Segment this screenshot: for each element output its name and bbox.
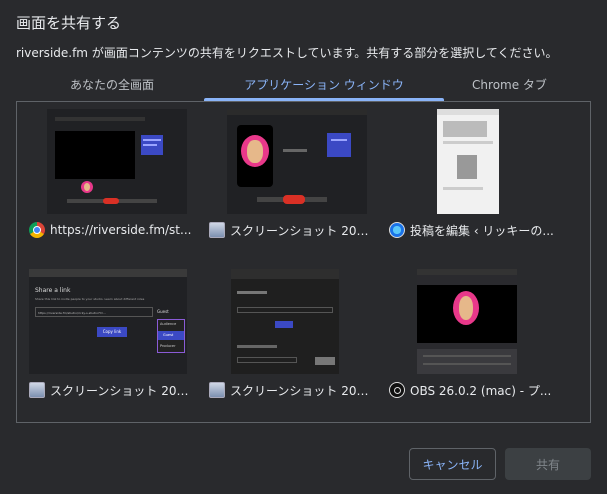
source-tabs: あなたの全画面 アプリケーション ウィンドウ Chrome タブ <box>16 70 591 102</box>
preview-icon <box>29 382 45 398</box>
cancel-button[interactable]: キャンセル <box>409 448 496 480</box>
role-guest: Guest <box>163 333 174 337</box>
copy-link-btn: Copy link <box>97 327 127 337</box>
role-producer: Producer <box>160 344 176 348</box>
window-thumbnail <box>437 109 499 214</box>
window-thumbnail: Share a link Share this link to invite p… <box>29 269 187 374</box>
window-item-riverside[interactable]: https://riverside.fm/st... <box>17 101 192 238</box>
dialog-title: 画面を共有する <box>16 14 122 32</box>
window-title: 投稿を編集 ‹ リッキーの... <box>410 223 554 238</box>
window-item-screenshot-2[interactable]: Share a link Share this link to invite p… <box>17 261 194 398</box>
window-thumbnail <box>227 109 367 214</box>
role-select: Guest <box>157 309 169 314</box>
window-item-obs[interactable]: OBS 26.0.2 (mac) - プ... <box>377 261 552 398</box>
window-thumbnail <box>47 109 187 214</box>
tab-entire-screen[interactable]: あなたの全画面 <box>16 70 208 102</box>
chrome-icon <box>29 222 45 238</box>
tab-chrome-tab[interactable]: Chrome タブ <box>428 70 591 102</box>
window-item-screenshot-1[interactable]: スクリーンショット 202... <box>197 101 374 238</box>
window-item-safari[interactable]: 投稿を編集 ‹ リッキーの... <box>377 101 554 238</box>
window-title: スクリーンショット 202... <box>50 383 194 398</box>
share-desc: Share this link to invite people to your… <box>35 297 145 301</box>
window-item-screenshot-3[interactable]: スクリーンショット 202... <box>197 261 374 398</box>
window-thumbnail <box>417 269 517 374</box>
preview-icon <box>209 222 225 238</box>
window-thumbnail <box>231 269 339 374</box>
role-audience: Audience <box>160 322 177 326</box>
preview-icon <box>209 382 225 398</box>
share-url: https://riverside.fm/studio/ricky-s-stud… <box>35 307 153 317</box>
window-title: スクリーンショット 202... <box>230 223 374 238</box>
dialog-subtitle: riverside.fm が画面コンテンツの共有をリクエストしています。共有する… <box>16 46 558 60</box>
window-title: https://riverside.fm/st... <box>50 223 192 237</box>
window-title: OBS 26.0.2 (mac) - プ... <box>410 383 552 398</box>
share-title: Share a link <box>35 287 71 294</box>
share-button[interactable]: 共有 <box>505 448 591 480</box>
window-list-panel: https://riverside.fm/st... スクリーンショット 202… <box>16 101 591 423</box>
window-title: スクリーンショット 202... <box>230 383 374 398</box>
safari-icon <box>389 222 405 238</box>
obs-icon <box>389 382 405 398</box>
